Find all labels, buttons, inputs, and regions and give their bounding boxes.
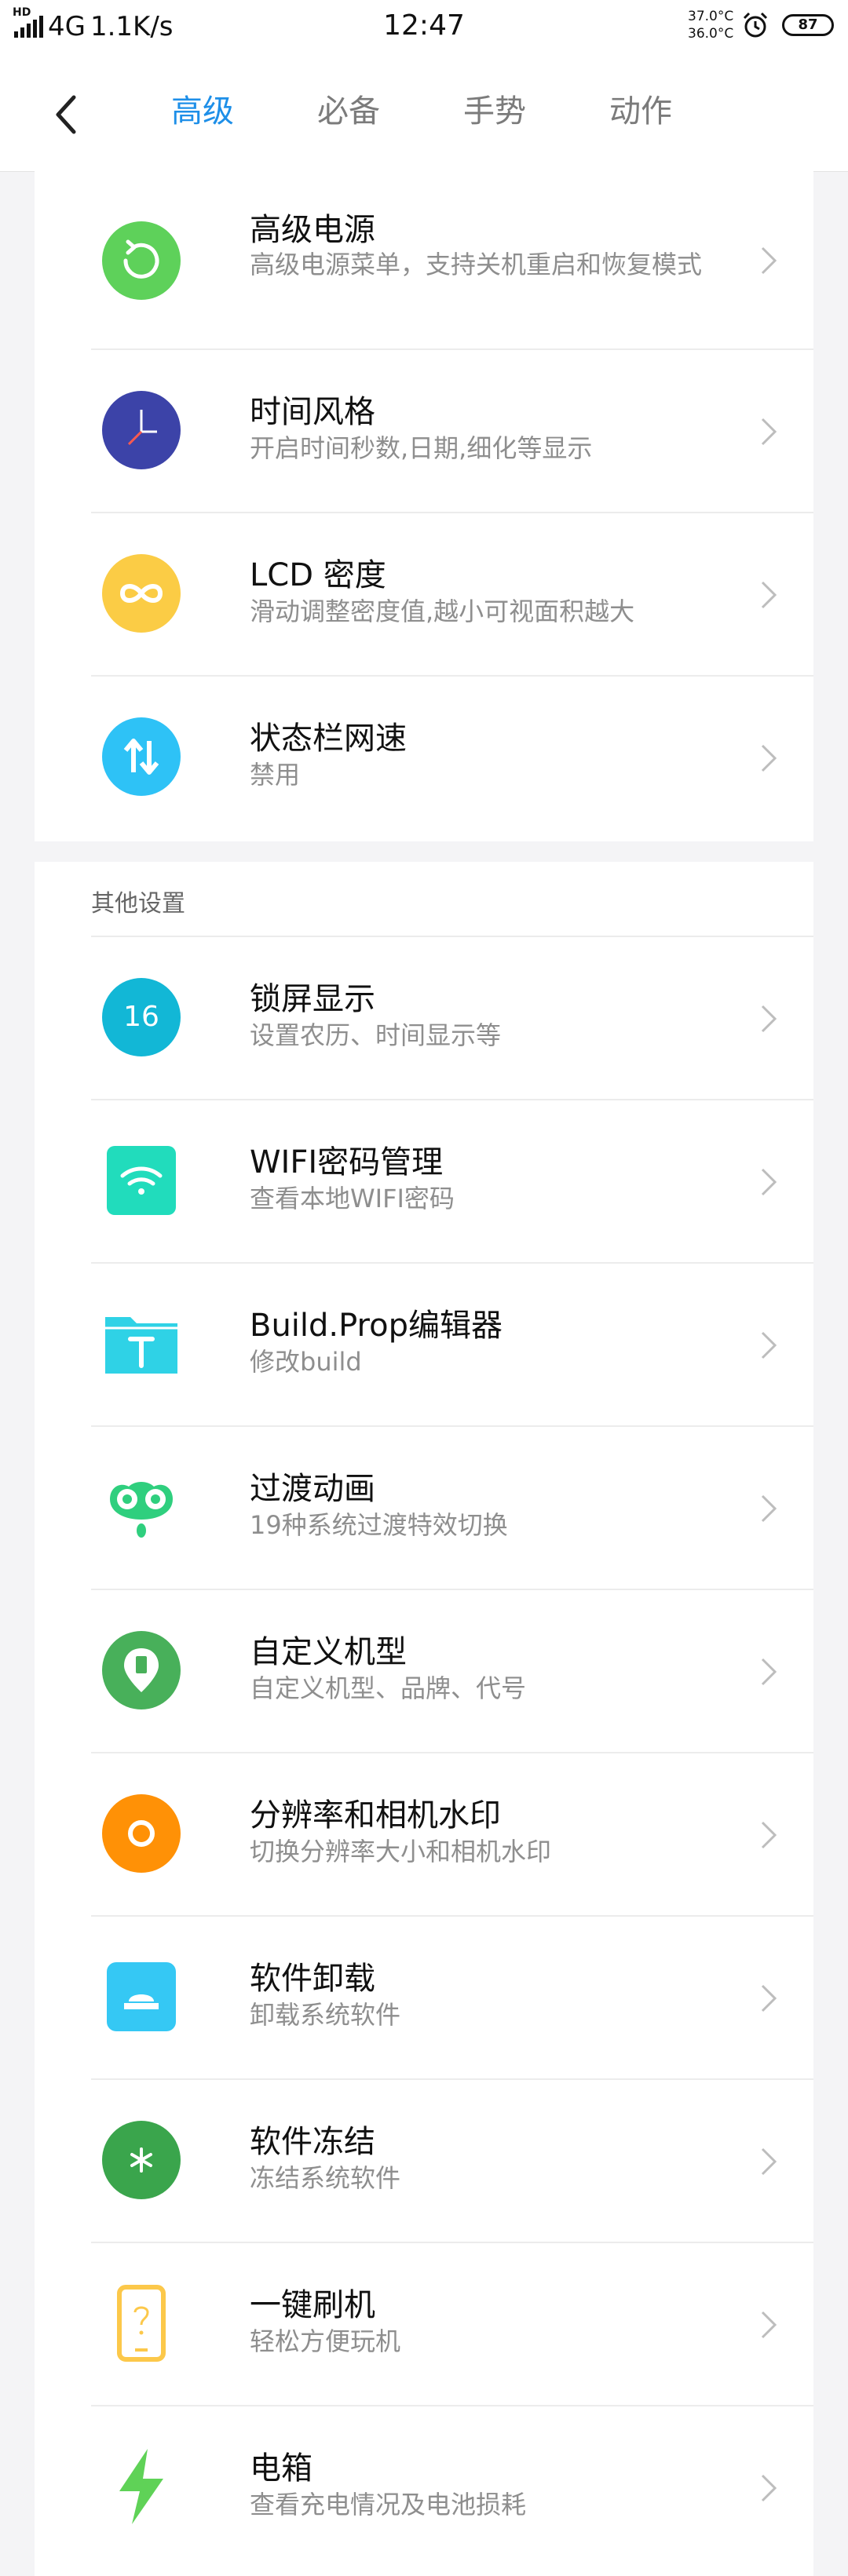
item-subtitle: 开启时间秒数,日期,细化等显示	[250, 433, 593, 463]
temp-low: 36.0°C	[688, 26, 734, 42]
item-title: LCD 密度	[250, 557, 386, 593]
folder-hammer-icon	[102, 1304, 181, 1383]
list-item-lcd-density[interactable]: LCD 密度 滑动调整密度值,越小可视面积越大	[35, 513, 813, 677]
chevron-right-icon	[761, 418, 777, 446]
item-title: Build.Prop编辑器	[250, 1308, 503, 1344]
chevron-right-icon	[761, 744, 777, 772]
list-item-wifi-password[interactable]: WIFI密码管理 查看本地WIFI密码	[35, 1100, 813, 1264]
temperature: 37.0°C 36.0°C	[688, 8, 733, 42]
tab-advanced[interactable]: 高级	[171, 88, 234, 135]
snowflake-icon	[102, 2121, 181, 2199]
item-title: 软件冻结	[250, 2124, 375, 2160]
item-title: 高级电源	[250, 212, 375, 248]
camera-ring-icon	[102, 1794, 181, 1873]
item-subtitle: 查看充电情况及电池损耗	[250, 2490, 527, 2519]
item-subtitle: 高级电源菜单，支持关机重启和恢复模式	[250, 250, 703, 279]
lightning-icon	[102, 2447, 181, 2526]
chevron-right-icon	[761, 1984, 777, 2012]
list-item-battery-box[interactable]: 电箱 查看充电情况及电池损耗	[35, 2406, 813, 2570]
list-item-app-freeze[interactable]: 软件冻结 冻结系统软件	[35, 2080, 813, 2243]
list-item-buildprop-editor[interactable]: Build.Prop编辑器 修改build	[35, 1264, 813, 1427]
tab-essential[interactable]: 必备	[317, 88, 380, 135]
item-title: 状态栏网速	[250, 721, 407, 757]
status-bar: HD 4G 1.1K/s 12:47 37.0°C 36.0°C 87	[0, 0, 848, 57]
list-item-resolution-watermark[interactable]: 分辨率和相机水印 切换分辨率大小和相机水印	[35, 1753, 813, 1917]
list-item-app-uninstall[interactable]: 软件卸载 卸载系统软件	[35, 1917, 813, 2080]
item-title: 软件卸载	[250, 1961, 375, 1997]
chevron-right-icon	[761, 581, 777, 609]
item-title: WIFI密码管理	[250, 1144, 444, 1180]
calendar-badge: 16	[123, 1001, 159, 1033]
item-subtitle: 滑动调整密度值,越小可视面积越大	[250, 597, 635, 626]
advanced-list: 高级电源 高级电源菜单，支持关机重启和恢复模式 时间风格 开启时间秒数,日期,细…	[35, 171, 813, 841]
list-item-one-click-flash[interactable]: 一键刷机 轻松方便玩机	[35, 2243, 813, 2406]
item-subtitle: 冻结系统软件	[250, 2163, 401, 2193]
temp-high: 37.0°C	[688, 9, 734, 24]
calendar-16-icon: 16	[102, 978, 181, 1056]
phone-question-icon	[102, 2284, 181, 2363]
item-title: 一键刷机	[250, 2287, 375, 2323]
list-item-time-style[interactable]: 时间风格 开启时间秒数,日期,细化等显示	[35, 350, 813, 513]
up-down-arrows-icon	[102, 717, 181, 796]
item-title: 时间风格	[250, 394, 375, 430]
back-arrow-icon[interactable]	[52, 91, 83, 138]
item-subtitle: 自定义机型、品牌、代号	[250, 1673, 527, 1703]
other-settings-list: 其他设置 16 锁屏显示 设置农历、时间显示等 WIFI密码管理 查看本地WIF…	[35, 862, 813, 2576]
phone-pin-icon	[102, 1631, 181, 1709]
list-item-statusbar-speed[interactable]: 状态栏网速 禁用	[35, 677, 813, 840]
uninstall-tray-icon	[102, 1958, 181, 2036]
list-item-advanced-power[interactable]: 高级电源 高级电源菜单，支持关机重启和恢复模式	[35, 171, 813, 350]
item-subtitle: 设置农历、时间显示等	[250, 1020, 502, 1050]
chevron-right-icon	[761, 2311, 777, 2339]
owl-eyes-icon	[102, 1468, 181, 1546]
chevron-right-icon	[761, 246, 777, 275]
chevron-right-icon	[761, 1494, 777, 1523]
item-title: 电箱	[250, 2450, 313, 2487]
item-subtitle: 卸载系统软件	[250, 2000, 401, 2030]
wifi-icon	[102, 1141, 181, 1220]
item-subtitle: 切换分辨率大小和相机水印	[250, 1837, 552, 1866]
item-subtitle: 19种系统过渡特效切换	[250, 1510, 508, 1540]
list-item-transition-animation[interactable]: 过渡动画 19种系统过渡特效切换	[35, 1427, 813, 1590]
chevron-right-icon	[761, 1005, 777, 1033]
tab-action[interactable]: 动作	[609, 88, 672, 135]
chevron-right-icon	[761, 1658, 777, 1686]
chevron-right-icon	[761, 1331, 777, 1359]
top-nav: 高级 必备 手势 动作	[0, 57, 848, 172]
chevron-right-icon	[761, 2147, 777, 2176]
tab-gesture[interactable]: 手势	[463, 88, 526, 135]
item-subtitle: 轻松方便玩机	[250, 2326, 401, 2356]
item-title: 分辨率和相机水印	[250, 1797, 501, 1833]
item-title: 过渡动画	[250, 1471, 375, 1507]
item-subtitle: 查看本地WIFI密码	[250, 1184, 455, 1213]
item-title: 自定义机型	[250, 1634, 407, 1670]
alarm-icon	[743, 12, 768, 38]
chevron-right-icon	[761, 1168, 777, 1196]
item-subtitle: 禁用	[250, 760, 301, 790]
infinity-icon	[102, 554, 181, 633]
item-title: 锁屏显示	[250, 981, 375, 1017]
list-item-custom-model[interactable]: 自定义机型 自定义机型、品牌、代号	[35, 1590, 813, 1753]
chevron-right-icon	[761, 2474, 777, 2502]
item-subtitle: 修改build	[250, 1347, 362, 1377]
power-refresh-icon	[102, 221, 181, 300]
clock-icon	[102, 391, 181, 469]
chevron-right-icon	[761, 1821, 777, 1849]
battery-indicator: 87	[782, 14, 834, 36]
list-item-lockscreen[interactable]: 16 锁屏显示 设置农历、时间显示等	[35, 937, 813, 1100]
section-title: 其他设置	[91, 890, 185, 918]
